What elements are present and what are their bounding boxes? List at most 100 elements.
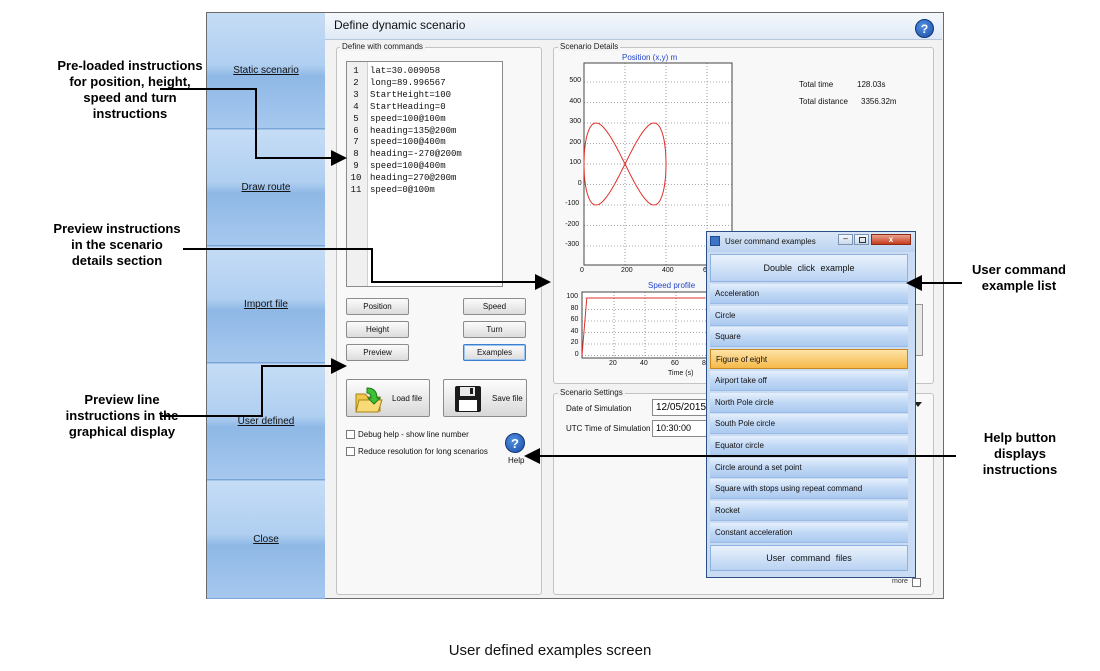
x-tick-label: 400	[662, 267, 674, 274]
sidebar-item-label: Static scenario	[233, 65, 299, 76]
sidebar-item-static-scenario[interactable]: Static scenario	[207, 13, 325, 129]
command-line[interactable]: heading=-270@200m	[370, 149, 462, 159]
y-tick-label: -100	[565, 200, 580, 207]
annotation-preloaded: Pre-loaded instructions for position, he…	[57, 58, 203, 121]
date-field[interactable]: 12/05/2015	[652, 399, 712, 416]
user-command-files-button[interactable]: User command files	[710, 545, 908, 571]
sidebar-item-label: Import file	[244, 299, 288, 310]
sidebar: Static scenario Draw route Import file U…	[207, 13, 325, 599]
help-icon[interactable]: ?	[915, 19, 934, 38]
example-list-item[interactable]: Square	[710, 327, 908, 348]
annotation-help-button: Help button displays instructions	[982, 430, 1058, 477]
x-tick-label: 0	[580, 267, 584, 274]
date-label: Date of Simulation	[566, 404, 632, 413]
command-line[interactable]: StartHeight=100	[370, 90, 451, 100]
line-number: 6	[353, 125, 359, 136]
example-list-item[interactable]: Square with stops using repeat command	[710, 479, 908, 500]
turn-button[interactable]: Turn	[463, 321, 526, 338]
command-line[interactable]: long=89.996567	[370, 78, 446, 88]
app-icon	[710, 236, 720, 246]
debug-help-label: Debug help - show line number	[358, 430, 469, 439]
sidebar-item-label: User defined	[237, 416, 295, 427]
command-line[interactable]: StartHeading=0	[370, 102, 446, 112]
example-list-item[interactable]: Circle around a set point	[710, 457, 908, 478]
line-number: 8	[353, 149, 359, 160]
close-icon[interactable]: x	[871, 234, 911, 245]
x-tick-label: 40	[640, 360, 648, 367]
total-distance-value: 3356.32m	[861, 97, 897, 106]
position-button[interactable]: Position	[346, 298, 409, 315]
command-line[interactable]: speed=100@100m	[370, 114, 446, 124]
x-tick-label: 200	[621, 267, 633, 274]
line-number: 11	[350, 185, 362, 195]
y-tick-label: 500	[569, 77, 582, 84]
sidebar-item-draw-route[interactable]: Draw route	[207, 130, 325, 246]
sidebar-item-label: Draw route	[241, 182, 291, 193]
speed-plot-xlabel: Time (s)	[668, 370, 694, 377]
figure-caption: User defined examples screen	[448, 642, 652, 659]
example-list-item[interactable]: Circle	[710, 305, 908, 326]
y-tick-label: 20	[570, 339, 579, 346]
y-tick-label: 80	[570, 304, 579, 312]
reduce-resolution-checkbox[interactable]	[346, 447, 355, 456]
save-file-button[interactable]: Save file	[443, 379, 527, 417]
preview-button[interactable]: Preview	[346, 344, 409, 361]
more-label: more	[892, 578, 908, 585]
command-line[interactable]: heading=270@200m	[370, 173, 456, 183]
sidebar-item-user-defined[interactable]: User defined	[207, 364, 325, 480]
maximize-icon[interactable]	[854, 234, 869, 245]
commands-group-label: Define with commands	[340, 42, 425, 51]
help-label: Help	[508, 456, 525, 465]
line-number: 10	[350, 173, 362, 184]
y-tick-label: 100	[566, 293, 579, 300]
example-list-item[interactable]: Rocket	[710, 501, 908, 521]
popup-title: User command examples	[725, 237, 816, 246]
sidebar-item-import-file[interactable]: Import file	[207, 247, 325, 363]
command-line[interactable]: lat=30.009058	[370, 66, 440, 76]
annotation-preview: Preview instructions in the scenario det…	[53, 221, 181, 268]
position-plot-title: Position (x,y) m	[622, 53, 678, 62]
line-number: 3	[353, 89, 359, 100]
debug-help-checkbox[interactable]	[346, 430, 355, 439]
help-icon[interactable]: ?	[505, 433, 525, 453]
command-line[interactable]: speed=100@400m	[370, 137, 446, 147]
scenario-settings-label: Scenario Settings	[558, 388, 625, 397]
utc-field[interactable]: 10:30:00	[652, 420, 707, 437]
total-time-label: Total time	[799, 80, 834, 89]
sidebar-item-close[interactable]: Close	[207, 481, 325, 599]
y-tick-label: 60	[570, 316, 579, 323]
more-checkbox[interactable]	[912, 578, 921, 587]
y-tick-label: 200	[569, 138, 582, 146]
minimize-icon[interactable]: –	[838, 234, 853, 245]
example-list-item[interactable]: Figure of eight	[710, 349, 908, 370]
example-list-item[interactable]: North Pole circle	[710, 392, 908, 413]
line-number: 4	[353, 101, 359, 112]
speed-plot	[581, 291, 709, 359]
examples-button[interactable]: Examples	[463, 344, 526, 361]
total-distance-label: Total distance	[799, 97, 848, 106]
y-tick-label: 0	[574, 350, 579, 358]
y-tick-label: -200	[565, 220, 580, 228]
line-number: 1	[353, 66, 359, 76]
example-list-item[interactable]: Constant acceleration	[710, 522, 908, 543]
command-line[interactable]: speed=100@400m	[370, 161, 446, 171]
line-number: 2	[353, 77, 359, 88]
example-list-item[interactable]: South Pole circle	[710, 414, 908, 435]
popup-header: Double click example	[710, 254, 908, 282]
height-button[interactable]: Height	[346, 321, 409, 338]
speed-button[interactable]: Speed	[463, 298, 526, 315]
example-list-item[interactable]: Acceleration	[710, 284, 908, 304]
speed-plot-title: Speed profile	[648, 281, 696, 290]
load-file-button[interactable]: Load file	[346, 379, 430, 417]
annotation-example-list: User command example list	[972, 262, 1066, 293]
command-line[interactable]: speed=0@100m	[370, 185, 435, 195]
total-time-value: 128.03s	[857, 80, 886, 89]
example-list-item[interactable]: Airport take off	[710, 370, 908, 391]
command-line[interactable]: heading=135@200m	[370, 126, 456, 136]
x-tick-label: 60	[671, 360, 679, 367]
y-tick-label: 40	[570, 327, 579, 335]
utc-label: UTC Time of Simulation	[566, 424, 651, 433]
load-file-label: Load file	[392, 394, 423, 403]
example-list-item[interactable]: Equator circle	[710, 435, 908, 456]
x-tick-label: 20	[609, 360, 617, 367]
